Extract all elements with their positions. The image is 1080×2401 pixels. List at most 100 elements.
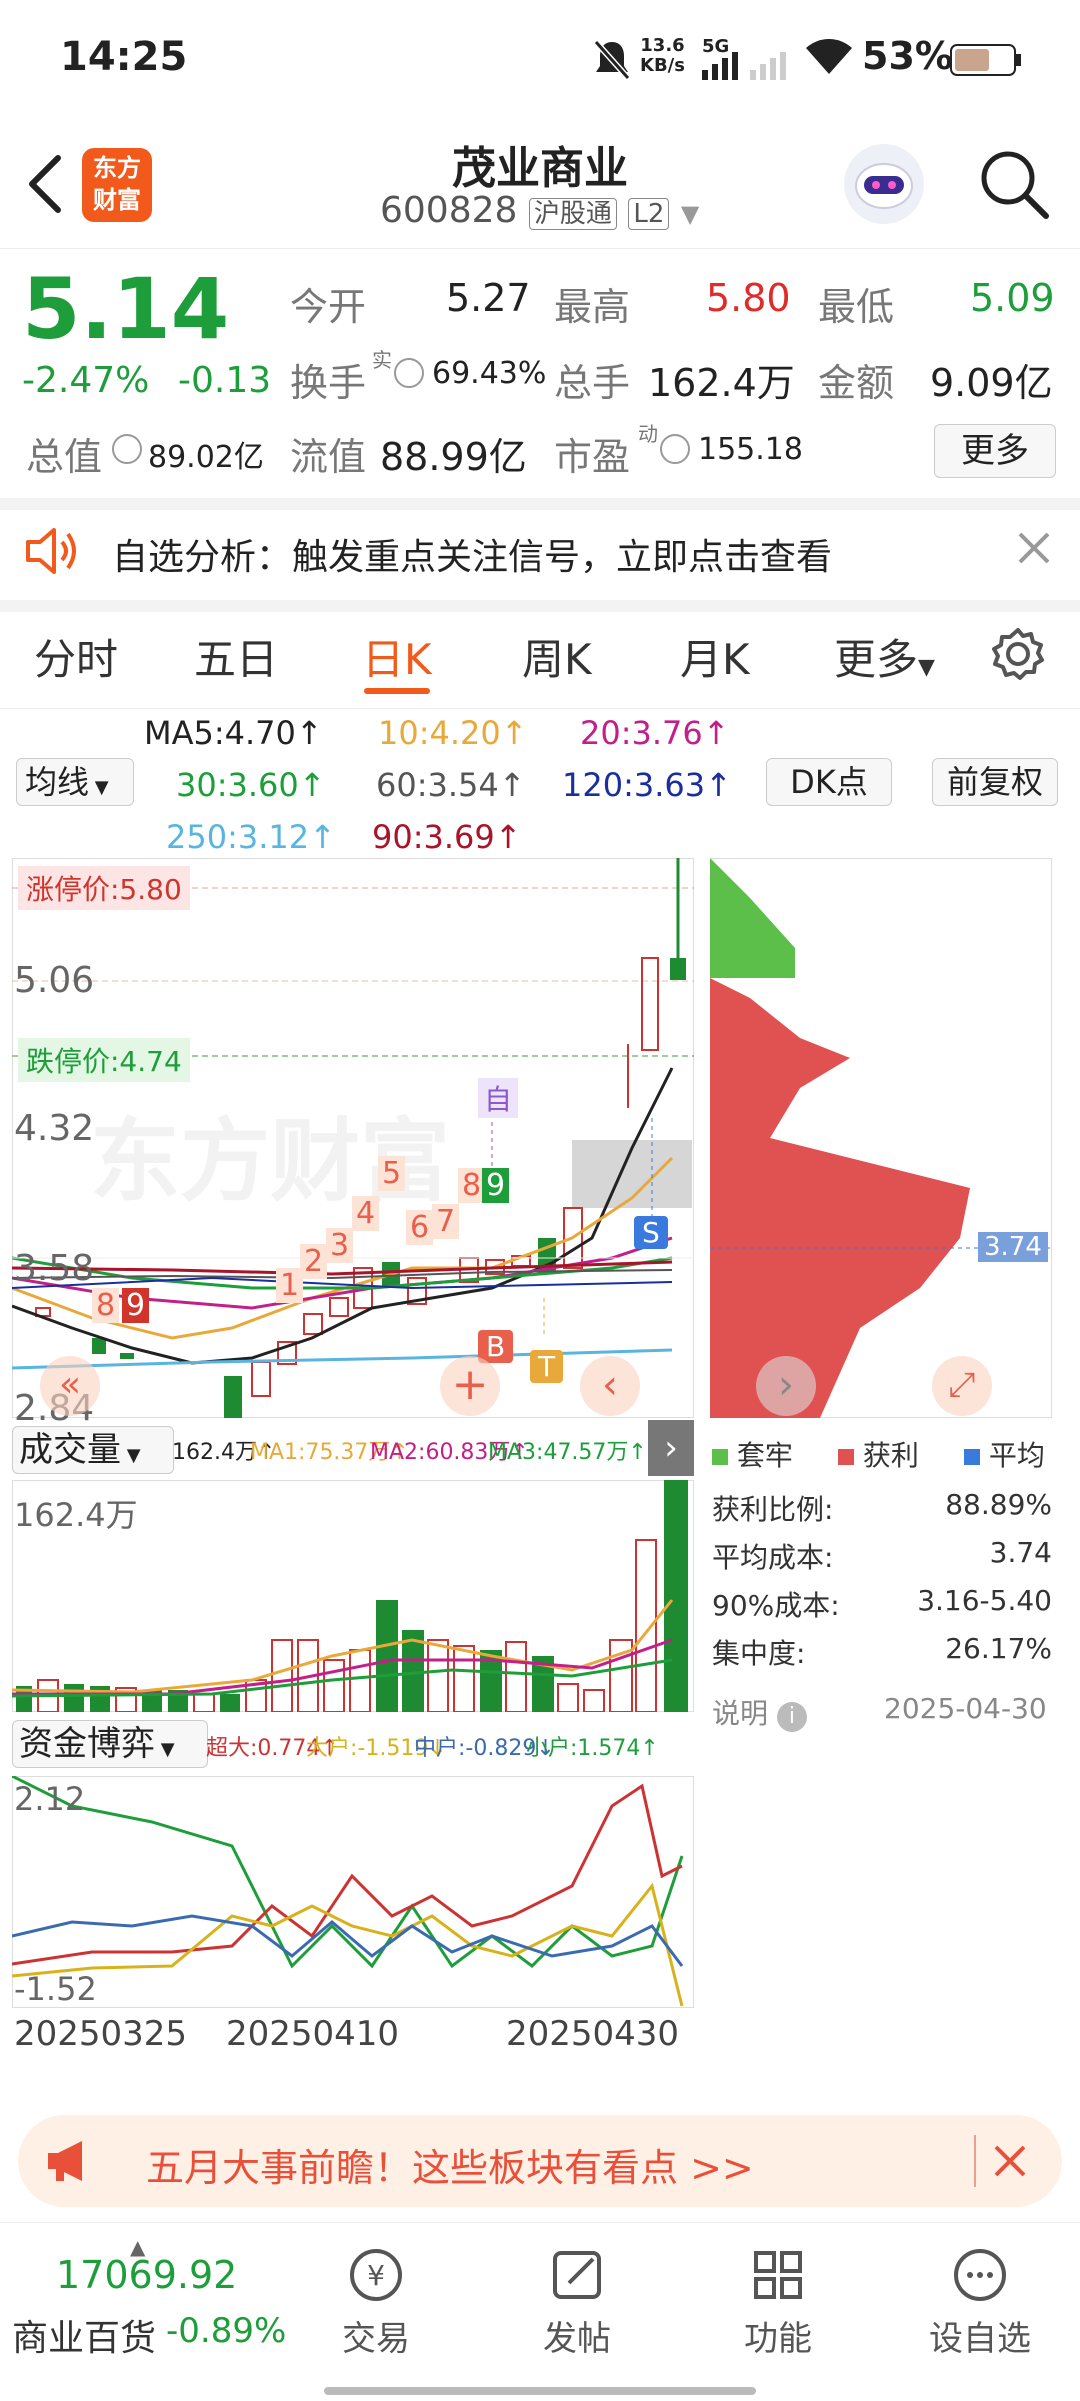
close-icon[interactable] (992, 2143, 1028, 2183)
ma30-label: 30:3.60↑ (176, 766, 326, 804)
amount-label: 金额 (818, 361, 895, 405)
banner-text: 五月大事前瞻！这些板块有看点 >> (146, 2146, 754, 2190)
mute-icon (592, 38, 632, 86)
volume-max-label: 162.4万 (14, 1496, 138, 1534)
dk-button[interactable]: DK点 (766, 758, 892, 806)
volume-select[interactable]: 成交量 ▼ (12, 1426, 174, 1474)
volume-value: 162.4万 (648, 361, 795, 405)
ma250-label: 250:3.12↑ (166, 818, 336, 856)
volume-legend-ma3: MA3:47.57万↑ (488, 1440, 647, 1465)
cost-90-row: 90%成本: 3.16-5.40 (712, 1584, 1052, 1622)
chart-area: MA5:4.70↑ 10:4.20↑ 20:3.76↑ 均线 ▼ 30:3.60… (0, 708, 1080, 2088)
speaker-icon (24, 526, 80, 580)
date-end: 20250430 (506, 2014, 680, 2054)
nav-functions[interactable]: 功能 (738, 2243, 818, 2360)
close-icon[interactable] (1016, 530, 1052, 570)
expand-arrow-icon[interactable]: › (648, 1420, 694, 1476)
signal-s[interactable]: S (634, 1216, 668, 1249)
avg-cost-row: 平均成本: 3.74 (712, 1536, 1052, 1574)
seq-count-6: 6 (406, 1210, 434, 1245)
nav-trade[interactable]: ¥ 交易 (336, 2243, 416, 2360)
watermark: 东方财富 (90, 1109, 450, 1214)
info-icon[interactable] (660, 434, 690, 464)
net-speed: 13.6 KB/s (640, 35, 685, 76)
open-label: 今开 (290, 285, 367, 329)
tab-daily-k[interactable]: 日K (362, 626, 432, 687)
high-value: 5.80 (706, 276, 791, 320)
turnover-value: 69.43% (432, 356, 547, 391)
amount-value: 9.09亿 (930, 361, 1053, 405)
signal-zi[interactable]: 自 (478, 1078, 519, 1118)
megaphone-icon (44, 2137, 96, 2189)
more-dots-icon (920, 2243, 1040, 2311)
nav-label: 交易 (342, 2319, 410, 2359)
analysis-notice[interactable]: 自选分析：触发重点关注信号，立即点击查看 (0, 500, 1080, 612)
ma-select[interactable]: 均线 ▼ (16, 758, 134, 806)
index-value[interactable]: 17069.92 (56, 2253, 237, 2297)
chip-legend-avg: 平均 (964, 1434, 1045, 1474)
robot-assistant-icon[interactable] (842, 142, 926, 230)
ma5-label: MA5:4.70↑ (144, 714, 323, 752)
chip-note[interactable]: 说明 i (712, 1692, 807, 1732)
turnover-sup: 实 (372, 348, 392, 372)
chevron-left-icon[interactable]: ‹ (580, 1356, 640, 1416)
chip-legend-profit: 获利 (838, 1434, 919, 1474)
info-icon[interactable] (112, 434, 142, 464)
seq-count-3: 3 (326, 1228, 354, 1263)
search-icon[interactable] (976, 146, 1052, 226)
info-icon[interactable] (394, 358, 424, 388)
ma60-label: 60:3.54↑ (376, 766, 526, 804)
capital-select[interactable]: 资金博弈 ▼ (12, 1720, 208, 1768)
signal-t[interactable]: T (530, 1350, 564, 1383)
index-name[interactable]: 商业百货 (12, 2309, 156, 2361)
chevron-right-icon[interactable]: › (756, 1356, 816, 1416)
trade-icon: ¥ (336, 2243, 416, 2311)
tab-intraday[interactable]: 分时 (34, 626, 118, 687)
volume-label: 总手 (554, 361, 631, 405)
limit-up-label: 涨停价:5.80 (18, 866, 190, 910)
dropdown-icon: ▼ (918, 655, 935, 680)
nav-add-watchlist[interactable]: 设自选 (920, 2243, 1040, 2360)
battery-icon (950, 44, 1022, 80)
turnover-label: 换手 (290, 361, 367, 405)
low-label: 最低 (818, 285, 895, 329)
period-tabs: 分时 五日 日K 周K 月K 更多▼ (0, 600, 1080, 709)
seq-count-5: 5 (378, 1156, 406, 1191)
y-label-1: 5.06 (14, 960, 95, 1001)
tab-five-day[interactable]: 五日 (194, 626, 278, 687)
promo-banner[interactable]: 五月大事前瞻！这些板块有看点 >> (18, 2115, 1062, 2207)
low-value: 5.09 (970, 276, 1055, 320)
fq-button[interactable]: 前复权 (932, 758, 1058, 806)
chip-distribution-chart[interactable] (710, 858, 1052, 1418)
dropdown-icon: ▼ (89, 777, 109, 798)
date-start: 20250325 (14, 2014, 188, 2054)
float-label: 流值 (290, 435, 367, 479)
tab-weekly-k[interactable]: 周K (522, 626, 592, 687)
tab-more[interactable]: 更多▼ (834, 626, 935, 687)
bottom-bar: ▲ 17069.92 商业百货 -0.89% ¥ 交易 发帖 功能 设自选 (0, 2222, 1080, 2401)
stock-code-row[interactable]: 600828 沪股通 L2 ▼ (380, 190, 699, 231)
seq-count-7: 7 (432, 1204, 460, 1239)
change-abs: -0.13 (178, 360, 272, 401)
seq-count-9-prev: 9 (122, 1288, 150, 1323)
capital-chart[interactable] (12, 1776, 694, 2008)
seq-count-9: 9 (482, 1168, 510, 1203)
crosshair-plus-icon[interactable]: + (440, 1356, 500, 1416)
expand-icon[interactable]: ⤢ (932, 1356, 992, 1416)
date-mid: 20250410 (226, 2014, 400, 2054)
nav-post[interactable]: 发帖 (537, 2243, 617, 2360)
stock-code: 600828 (380, 190, 518, 231)
status-bar: 14:25 13.6 KB/s 5G 53% (0, 0, 1080, 120)
nav-label: 设自选 (929, 2319, 1031, 2359)
mktcap-value: 89.02亿 (148, 440, 264, 475)
profit-ratio-row: 获利比例: 88.89% (712, 1488, 1052, 1526)
mktcap-label: 总值 (26, 435, 103, 479)
double-chevron-left-icon[interactable]: « (40, 1356, 100, 1416)
capital-legend-small: 小户:1.574↑ (526, 1736, 659, 1761)
tab-monthly-k[interactable]: 月K (680, 626, 750, 687)
settings-icon[interactable] (990, 626, 1046, 686)
grid-icon (738, 2243, 818, 2311)
battery-level: 53% (862, 34, 953, 78)
more-button[interactable]: 更多 (934, 424, 1056, 478)
seq-count-8-prev: 8 (92, 1288, 120, 1323)
